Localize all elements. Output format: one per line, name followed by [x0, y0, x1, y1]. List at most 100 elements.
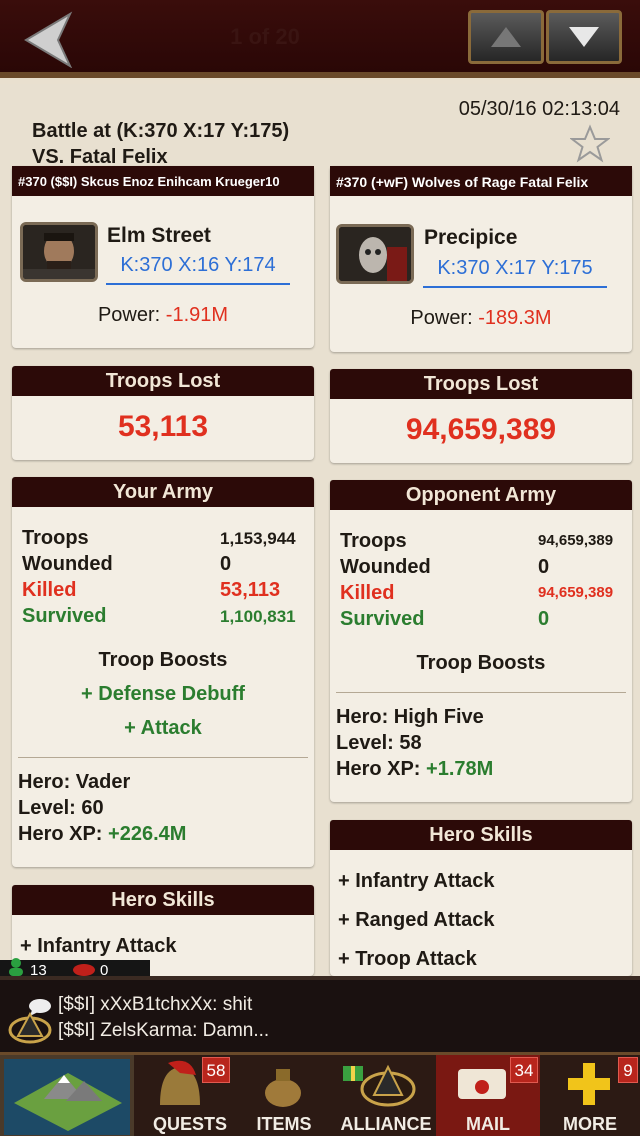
divider [336, 692, 626, 693]
nav-label: ALLIANCE [340, 1114, 432, 1134]
more-badge: 9 [618, 1057, 638, 1083]
panel-title: Hero Skills [330, 820, 632, 850]
stat-label: Survived [22, 605, 107, 627]
star-icon [569, 124, 611, 163]
skill-item: + Infantry Attack [338, 870, 495, 892]
helmet-icon [160, 1060, 200, 1105]
survived-row: Survived 0 [340, 608, 622, 634]
mail-badge: 34 [510, 1057, 538, 1083]
troops-row: Troops 1,153,944 [22, 527, 304, 553]
stat-label: Troops [22, 527, 89, 549]
stat-label: Wounded [340, 556, 431, 578]
defender-coords-link[interactable]: K:370 X:17 Y:175 [423, 257, 607, 288]
nav-quests[interactable]: 58 QUESTS [138, 1055, 242, 1136]
chat-message: [$$I] ZelsKarma: Damn... [58, 1020, 270, 1041]
stat-label: Survived [340, 608, 425, 630]
your-army-panel: Your Army Troops 1,153,944 Wounded 0 Kil… [12, 477, 314, 867]
attacker-card: #370 ($$I) Skcus Enoz Enihcam Krueger10 … [12, 166, 314, 348]
nav-more[interactable]: 9 MORE [540, 1055, 640, 1136]
stat-value: 94,659,389 [538, 584, 614, 601]
hero-level: Level: 60 [18, 797, 104, 820]
killed-row: Killed 53,113 [22, 579, 304, 605]
attacker-avatar[interactable] [20, 222, 98, 282]
xp-value: +226.4M [108, 823, 187, 845]
power-label: Power: [410, 307, 473, 329]
xp-label: Hero XP: [336, 758, 421, 780]
hero-value: High Five [393, 706, 484, 728]
alliance-emblem-icon [8, 1011, 52, 1044]
panel-title: Your Army [12, 477, 314, 507]
nav-label: ITEMS [256, 1114, 312, 1134]
previous-report-button[interactable] [468, 10, 544, 64]
hero-name: Hero: High Five [336, 706, 484, 729]
bag-icon [265, 1069, 301, 1107]
stat-label: Troops [340, 530, 407, 552]
stat-value: 94,659,389 [538, 532, 614, 549]
world-map-icon [14, 1073, 122, 1131]
bottom-nav: 58 QUESTS ITEMS ALLIANCE 34 MAIL 9 MORE [0, 1052, 640, 1136]
stat-value: 0 [220, 553, 232, 575]
level-value: 58 [399, 732, 422, 754]
panel-title: Troops Lost [12, 366, 314, 396]
xp-label: Hero XP: [18, 823, 103, 845]
arrow-down-icon [569, 27, 599, 47]
level-label: Level: [336, 732, 394, 754]
skill-item: + Ranged Attack [338, 909, 495, 931]
troops-lost-value: 94,659,389 [405, 413, 557, 446]
attacker-coords-link[interactable]: K:370 X:16 Y:174 [106, 254, 290, 285]
level-value: 60 [81, 797, 104, 819]
page-indicator: 1 of 20 [230, 24, 300, 49]
favorite-button[interactable] [569, 124, 611, 164]
survived-row: Survived 1,100,831 [22, 605, 304, 631]
killed-row: Killed 94,659,389 [340, 582, 622, 608]
troops-lost-attacker: Troops Lost 53,113 [12, 366, 314, 460]
next-report-button[interactable] [546, 10, 622, 64]
level-label: Level: [18, 797, 76, 819]
panel-title: Hero Skills [12, 885, 314, 915]
hero-label: Hero: [18, 771, 71, 793]
player-icon [9, 958, 23, 976]
battle-title: Battle at (K:370 X:17 Y:175) VS. Fatal F… [32, 118, 289, 170]
skill-item: + Infantry Attack [20, 935, 177, 957]
alliance-emblem-icon [360, 1064, 416, 1107]
divider [18, 757, 308, 758]
quests-badge: 58 [202, 1057, 230, 1083]
power-value: -189.3M [478, 307, 552, 329]
troops-lost-defender: Troops Lost 94,659,389 [330, 369, 632, 463]
chat-message: [$$I] xXxB1tchxXx: shit [58, 994, 253, 1015]
wounded-row: Wounded 0 [22, 553, 304, 579]
nav-items[interactable]: ITEMS [232, 1055, 336, 1136]
defender-avatar[interactable] [336, 224, 414, 284]
hero-xp: Hero XP: +1.78M [336, 758, 493, 781]
nav-alliance[interactable]: ALLIANCE [334, 1055, 438, 1136]
mail-scroll-icon [458, 1069, 506, 1099]
hero-name: Hero: Vader [18, 771, 130, 794]
stat-value: 1,153,944 [220, 529, 296, 548]
boost-item: + Defense Debuff [81, 683, 245, 705]
attacker-alliance: #370 ($$I) Skcus Enoz Enihcam Krueger10 [12, 166, 314, 196]
stat-value: 1,100,831 [220, 607, 296, 626]
world-map-button[interactable] [0, 1055, 134, 1136]
hero-value: Vader [75, 771, 131, 793]
hero-label: Hero: [336, 706, 389, 728]
hero-xp: Hero XP: +226.4M [18, 823, 186, 846]
chat-bar[interactable]: [$$I] xXxB1tchxXx: shit [$$I] ZelsKarma:… [0, 976, 640, 1052]
hero-level: Level: 58 [336, 732, 422, 755]
report-timestamp: 05/30/16 02:13:04 [458, 98, 620, 120]
power-value: -1.91M [165, 304, 229, 326]
hero-skills-defender: Hero Skills + Infantry Attack + Ranged A… [330, 820, 632, 976]
stat-value: 53,113 [220, 579, 281, 601]
battle-location: Battle at (K:370 X:17 Y:175) [32, 120, 290, 142]
nav-mail[interactable]: 34 MAIL [436, 1055, 540, 1136]
troop-boosts-title: Troop Boosts [98, 649, 228, 671]
stat-label: Wounded [22, 553, 113, 575]
defender-name: Precipice [424, 226, 518, 249]
panel-title: Troops Lost [330, 369, 632, 399]
troops-row: Troops 94,659,389 [340, 530, 622, 556]
panel-title: Opponent Army [330, 480, 632, 510]
defender-alliance: #370 (+wF) Wolves of Rage Fatal Felix [330, 166, 632, 196]
defender-card: #370 (+wF) Wolves of Rage Fatal Felix Pr… [330, 166, 632, 352]
nav-label: MORE [563, 1114, 617, 1134]
arrow-up-icon [491, 27, 521, 47]
stat-label: Killed [22, 579, 77, 601]
